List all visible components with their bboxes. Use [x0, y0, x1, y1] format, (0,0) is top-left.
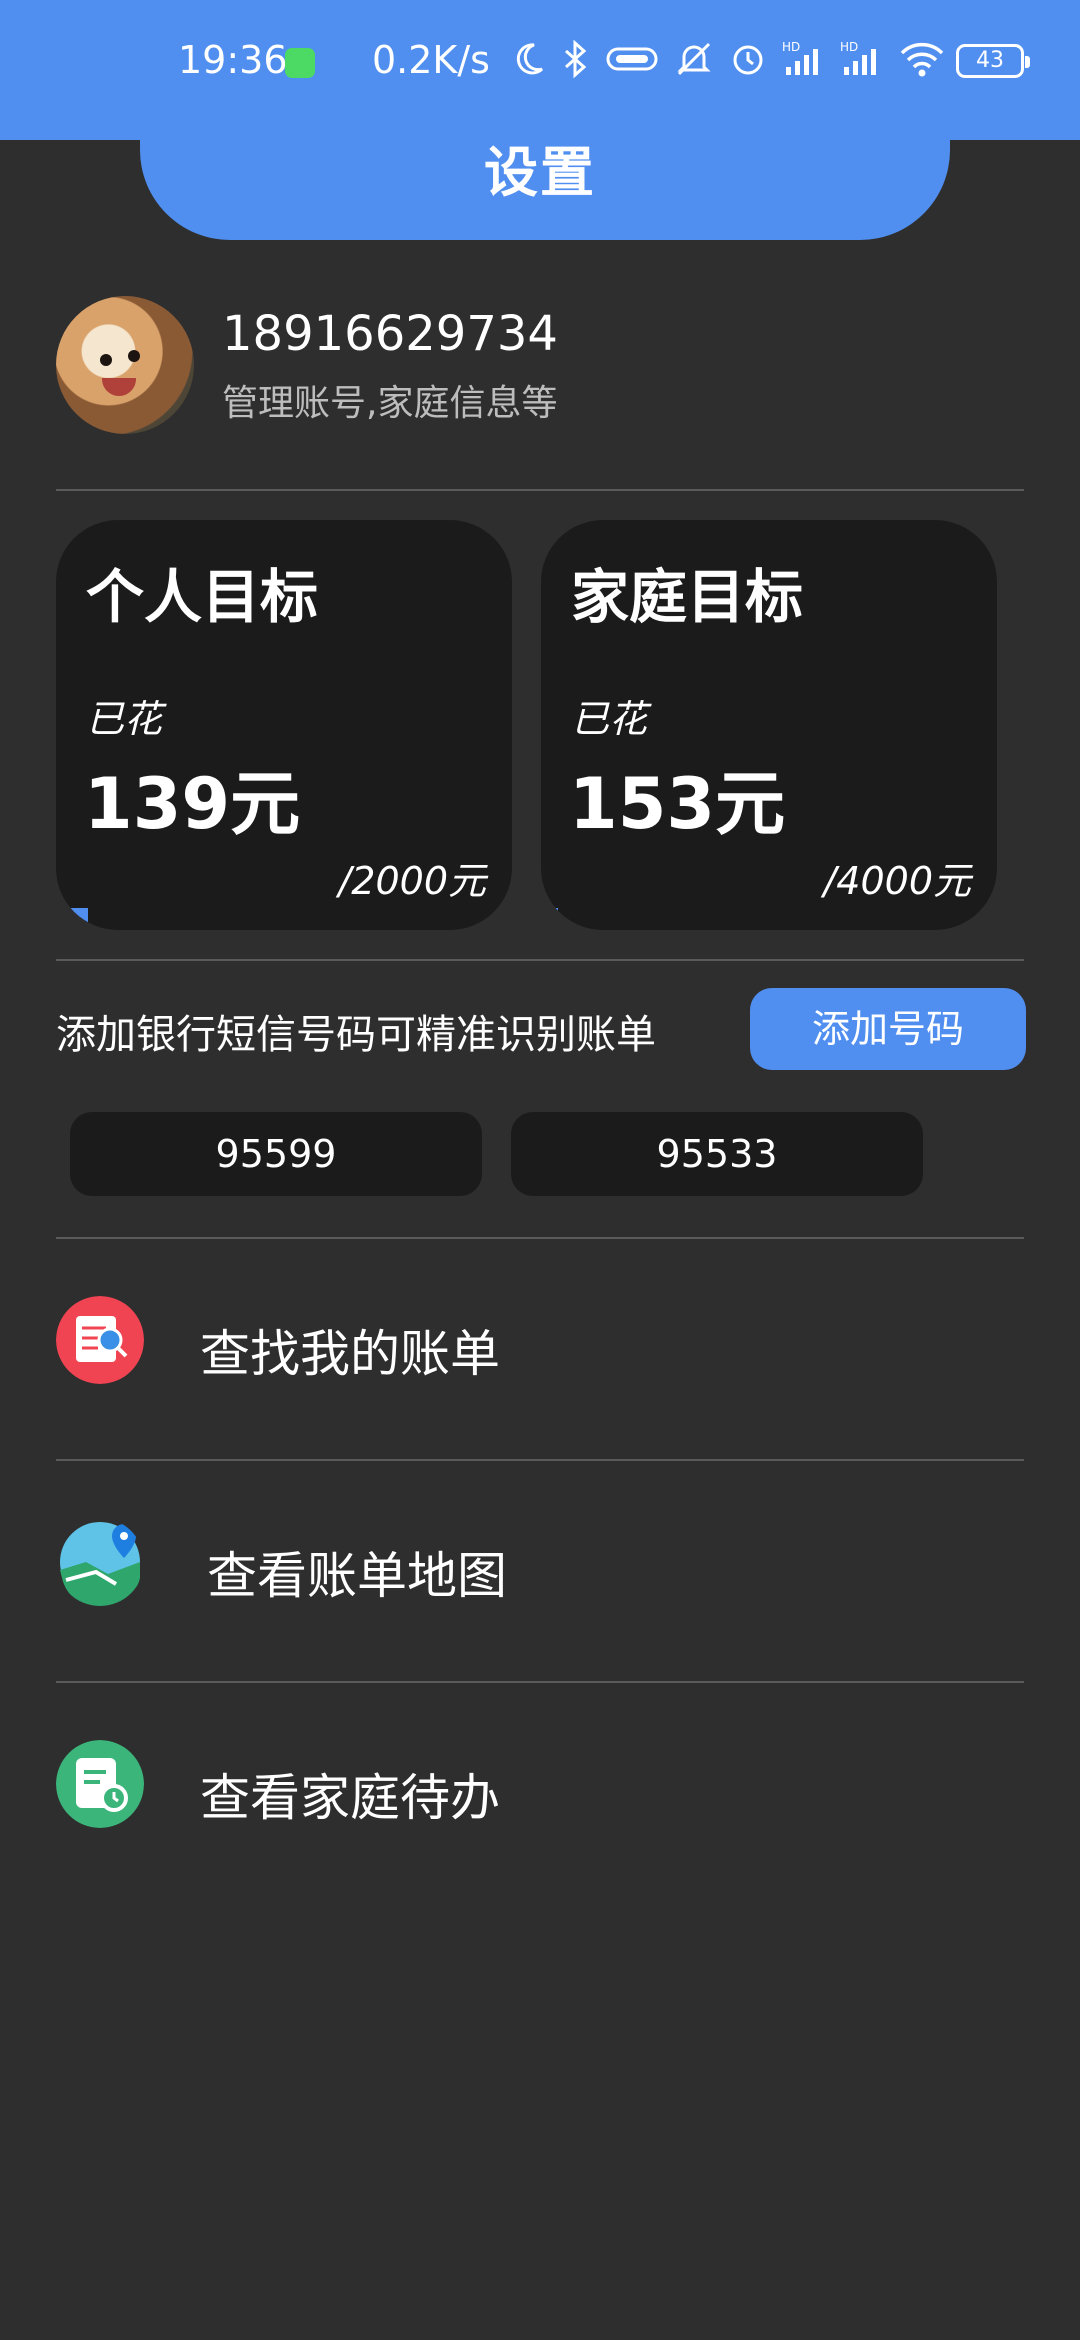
network-speed: 0.2K/s [372, 38, 490, 82]
divider [56, 1459, 1024, 1461]
family-goal-card[interactable]: 家庭目标 已花 153元 /4000元 [541, 520, 997, 930]
personal-goal-card[interactable]: 个人目标 已花 139元 /2000元 [56, 520, 512, 930]
goal-spent-amount: 153元 [569, 763, 786, 845]
goal-progress-fill [541, 908, 559, 930]
bluetooth-icon [565, 39, 587, 79]
goal-progress-bar [541, 908, 997, 930]
divider [56, 489, 1024, 491]
sms-number-chip[interactable]: 95533 [511, 1112, 923, 1196]
profile-subtitle: 管理账号,家庭信息等 [222, 383, 558, 424]
alarm-icon [733, 45, 763, 75]
goal-spent-label: 已花 [86, 697, 163, 741]
svg-text:HD: HD [782, 40, 800, 54]
family-todo-icon [56, 1740, 144, 1828]
menu-item-family-todo[interactable]: 查看家庭待办 [56, 1704, 1024, 1854]
goal-total: /2000元 [338, 859, 486, 903]
signal-hd-icon: HD [782, 40, 818, 75]
battery-icon: 43 [956, 44, 1030, 78]
sms-hint: 添加银行短信号码可精准识别账单 [56, 1012, 656, 1058]
sms-number-chip[interactable]: 95599 [70, 1112, 482, 1196]
app-notification-icon [285, 48, 315, 78]
status-time: 19:36 [178, 38, 288, 82]
divider [56, 959, 1024, 961]
profile-row[interactable]: 18916629734 管理账号,家庭信息等 [56, 292, 1032, 442]
vibrate-icon [606, 47, 658, 71]
menu-label: 查找我的账单 [200, 1325, 500, 1383]
menu-item-bill-map[interactable]: 查看账单地图 [56, 1482, 1024, 1632]
svg-text:HD: HD [840, 40, 858, 54]
profile-phone: 18916629734 [222, 306, 558, 362]
avatar-detail [102, 378, 136, 396]
sms-number-row: 添加银行短信号码可精准识别账单 添加号码 [56, 988, 1026, 1072]
avatar-detail [100, 354, 112, 366]
status-icons: HD HD [510, 34, 946, 84]
signal-hd-icon: HD [840, 40, 876, 75]
menu-item-find-bills[interactable]: 查找我的账单 [56, 1260, 1024, 1410]
goal-spent-amount: 139元 [84, 763, 301, 845]
divider [56, 1681, 1024, 1683]
goal-title: 家庭目标 [571, 563, 804, 631]
status-bar: 19:36 0.2K/s HD HD 43 [0, 0, 1080, 140]
add-number-button[interactable]: 添加号码 [750, 988, 1026, 1070]
avatar-detail [128, 350, 140, 362]
bill-search-icon [56, 1296, 144, 1384]
menu-label: 查看家庭待办 [200, 1769, 500, 1827]
bill-map-icon [60, 1522, 140, 1606]
avatar[interactable] [56, 296, 194, 434]
divider [56, 1237, 1024, 1239]
menu-label: 查看账单地图 [207, 1547, 507, 1605]
goal-progress-bar [56, 908, 512, 930]
moon-icon [516, 43, 544, 75]
mute-icon [677, 42, 711, 76]
goal-total: /4000元 [823, 859, 971, 903]
goal-title: 个人目标 [86, 563, 319, 631]
goal-progress-fill [56, 908, 88, 930]
wifi-icon [900, 42, 944, 77]
goal-spent-label: 已花 [571, 697, 648, 741]
page-title: 设置 [484, 141, 596, 204]
